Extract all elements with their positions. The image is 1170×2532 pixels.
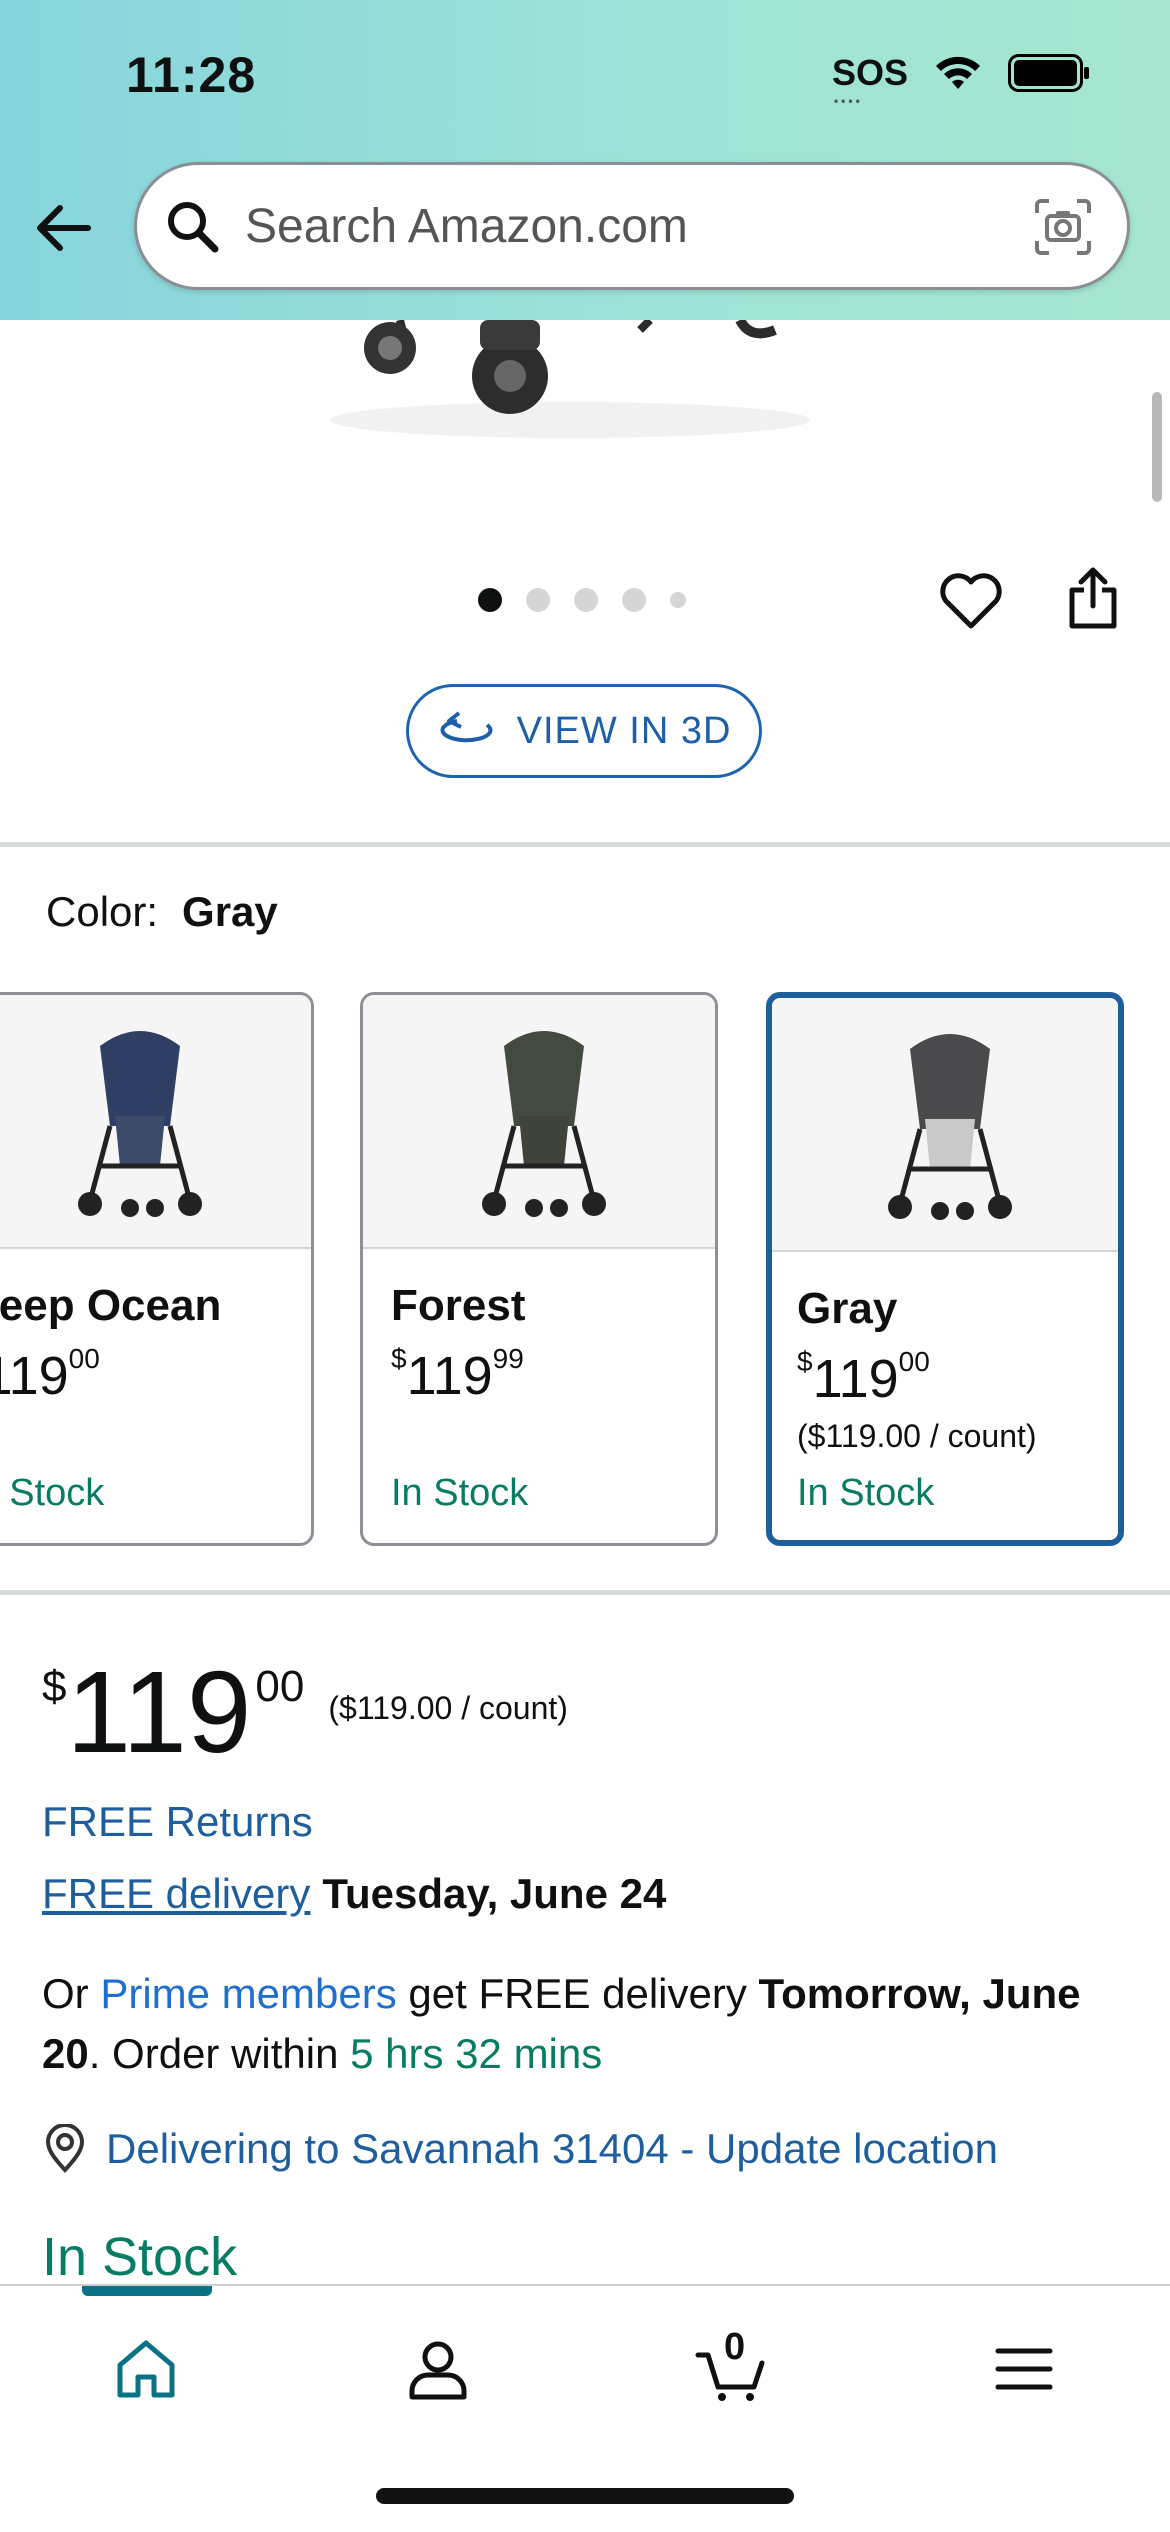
share-icon[interactable] bbox=[1066, 566, 1120, 630]
swatch-unit-price: ($119.00 / count) bbox=[797, 1418, 1037, 1454]
cart-count: 0 bbox=[724, 2326, 746, 2368]
price-whole: 119 bbox=[66, 1647, 252, 1777]
delivery-location-link[interactable]: Delivering to Savannah 31404 - Update lo… bbox=[42, 2124, 998, 2174]
swatch-name: Deep Ocean bbox=[0, 1281, 222, 1330]
price-currency: $ bbox=[391, 1343, 407, 1374]
color-selector-label: Color: Gray bbox=[46, 888, 278, 936]
swatch-thumbnail bbox=[363, 995, 715, 1249]
swatch-stock: In Stock bbox=[0, 1472, 105, 1514]
image-carousel-dots[interactable] bbox=[478, 588, 686, 612]
free-delivery-row: FREE delivery Tuesday, June 24 bbox=[42, 1870, 666, 1918]
price-currency: $ bbox=[797, 1346, 813, 1377]
nav-menu[interactable] bbox=[974, 2324, 1074, 2414]
status-icons: SOS •••• bbox=[831, 52, 1090, 108]
section-divider bbox=[0, 1590, 1170, 1595]
sos-indicator: SOS •••• bbox=[831, 52, 908, 108]
swatch-thumbnail bbox=[772, 998, 1118, 1252]
view-in-3d-label: VIEW IN 3D bbox=[516, 709, 732, 752]
stroller-image bbox=[888, 1034, 1012, 1220]
product-price: $ 119 00 ($119.00 / count) bbox=[42, 1640, 568, 1770]
price-whole: 119 bbox=[812, 1349, 899, 1409]
search-input[interactable] bbox=[243, 197, 1007, 255]
swatch-thumbnail bbox=[0, 995, 311, 1249]
prime-delivery-message: Or Prime members get FREE delivery Tomor… bbox=[42, 1964, 1122, 2084]
nav-home[interactable] bbox=[96, 2324, 196, 2414]
swatch-stock: In Stock bbox=[797, 1472, 935, 1514]
prime-prefix: Or bbox=[42, 1970, 89, 2017]
delivery-date: Tuesday, June 24 bbox=[322, 1870, 667, 1917]
swatch-name: Gray bbox=[797, 1284, 898, 1333]
view-in-3d-button[interactable]: VIEW IN 3D bbox=[406, 684, 762, 778]
free-returns-link[interactable]: FREE Returns bbox=[42, 1798, 313, 1846]
home-icon bbox=[117, 2340, 175, 2398]
page-scrollbar[interactable] bbox=[1152, 392, 1162, 502]
stroller-image bbox=[78, 1031, 202, 1217]
heart-icon[interactable] bbox=[938, 570, 1004, 632]
search-bar[interactable] bbox=[134, 162, 1130, 290]
order-within-text: . Order within bbox=[88, 2030, 339, 2077]
nav-cart[interactable]: 0 bbox=[680, 2324, 780, 2414]
carousel-dot[interactable] bbox=[670, 592, 686, 608]
swatch-stock: In Stock bbox=[391, 1472, 529, 1514]
carousel-dot[interactable] bbox=[478, 588, 502, 612]
swatch-name: Forest bbox=[391, 1281, 526, 1330]
location-pin-icon bbox=[45, 2124, 85, 2173]
battery-icon bbox=[1008, 54, 1089, 92]
price-whole: 119 bbox=[406, 1346, 493, 1406]
status-time: 11:28 bbox=[126, 47, 257, 103]
price-fraction: 00 bbox=[255, 1662, 305, 1711]
product-image[interactable] bbox=[320, 320, 820, 440]
carousel-dot[interactable] bbox=[526, 588, 550, 612]
camera-search-icon[interactable] bbox=[1033, 197, 1093, 257]
menu-icon bbox=[995, 2348, 1053, 2390]
prime-members-link[interactable]: Prime members bbox=[100, 1970, 396, 2017]
swatch-price: $11900 bbox=[797, 1346, 1090, 1410]
carousel-dot[interactable] bbox=[574, 588, 598, 612]
sos-label: SOS bbox=[831, 52, 908, 93]
color-option-gray[interactable]: Gray $11900 ($119.00 / count) In Stock bbox=[766, 992, 1124, 1546]
price-fraction: 00 bbox=[68, 1343, 100, 1374]
wifi-icon bbox=[936, 56, 980, 89]
section-divider bbox=[0, 842, 1170, 847]
price-fraction: 00 bbox=[898, 1346, 930, 1377]
swatch-price: $11999 bbox=[391, 1343, 687, 1407]
top-header: 11:28 SOS •••• bbox=[0, 0, 1170, 320]
price-fraction: 99 bbox=[492, 1343, 524, 1374]
color-option-forest[interactable]: Forest $11999 In Stock bbox=[360, 992, 718, 1546]
color-label: Color: bbox=[46, 888, 159, 935]
delivery-location-text: Delivering to Savannah 31404 - Update lo… bbox=[106, 2125, 998, 2172]
price-currency: $ bbox=[42, 1662, 67, 1711]
unit-price: ($119.00 / count) bbox=[328, 1690, 568, 1726]
home-indicator bbox=[376, 2488, 794, 2504]
prime-middle-text: get FREE delivery bbox=[408, 1970, 747, 2017]
free-delivery-link[interactable]: FREE delivery bbox=[42, 1870, 310, 1917]
color-option-deep-ocean[interactable]: Deep Ocean $11900 In Stock bbox=[0, 992, 314, 1546]
stroller-image bbox=[482, 1031, 606, 1217]
back-arrow-icon[interactable] bbox=[32, 196, 96, 260]
account-icon bbox=[409, 2341, 467, 2400]
swatch-price: $11900 bbox=[0, 1343, 283, 1407]
search-icon bbox=[168, 202, 219, 253]
sos-dots: •••• bbox=[833, 94, 863, 108]
carousel-dot[interactable] bbox=[622, 588, 646, 612]
availability-status: In Stock bbox=[42, 2227, 238, 2287]
rotate-3d-icon bbox=[440, 711, 493, 743]
nav-account[interactable] bbox=[388, 2324, 488, 2414]
selected-color: Gray bbox=[182, 888, 278, 935]
order-countdown: 5 hrs 32 mins bbox=[350, 2030, 603, 2077]
active-tab-indicator bbox=[82, 2286, 212, 2296]
price-whole: 119 bbox=[0, 1346, 69, 1406]
